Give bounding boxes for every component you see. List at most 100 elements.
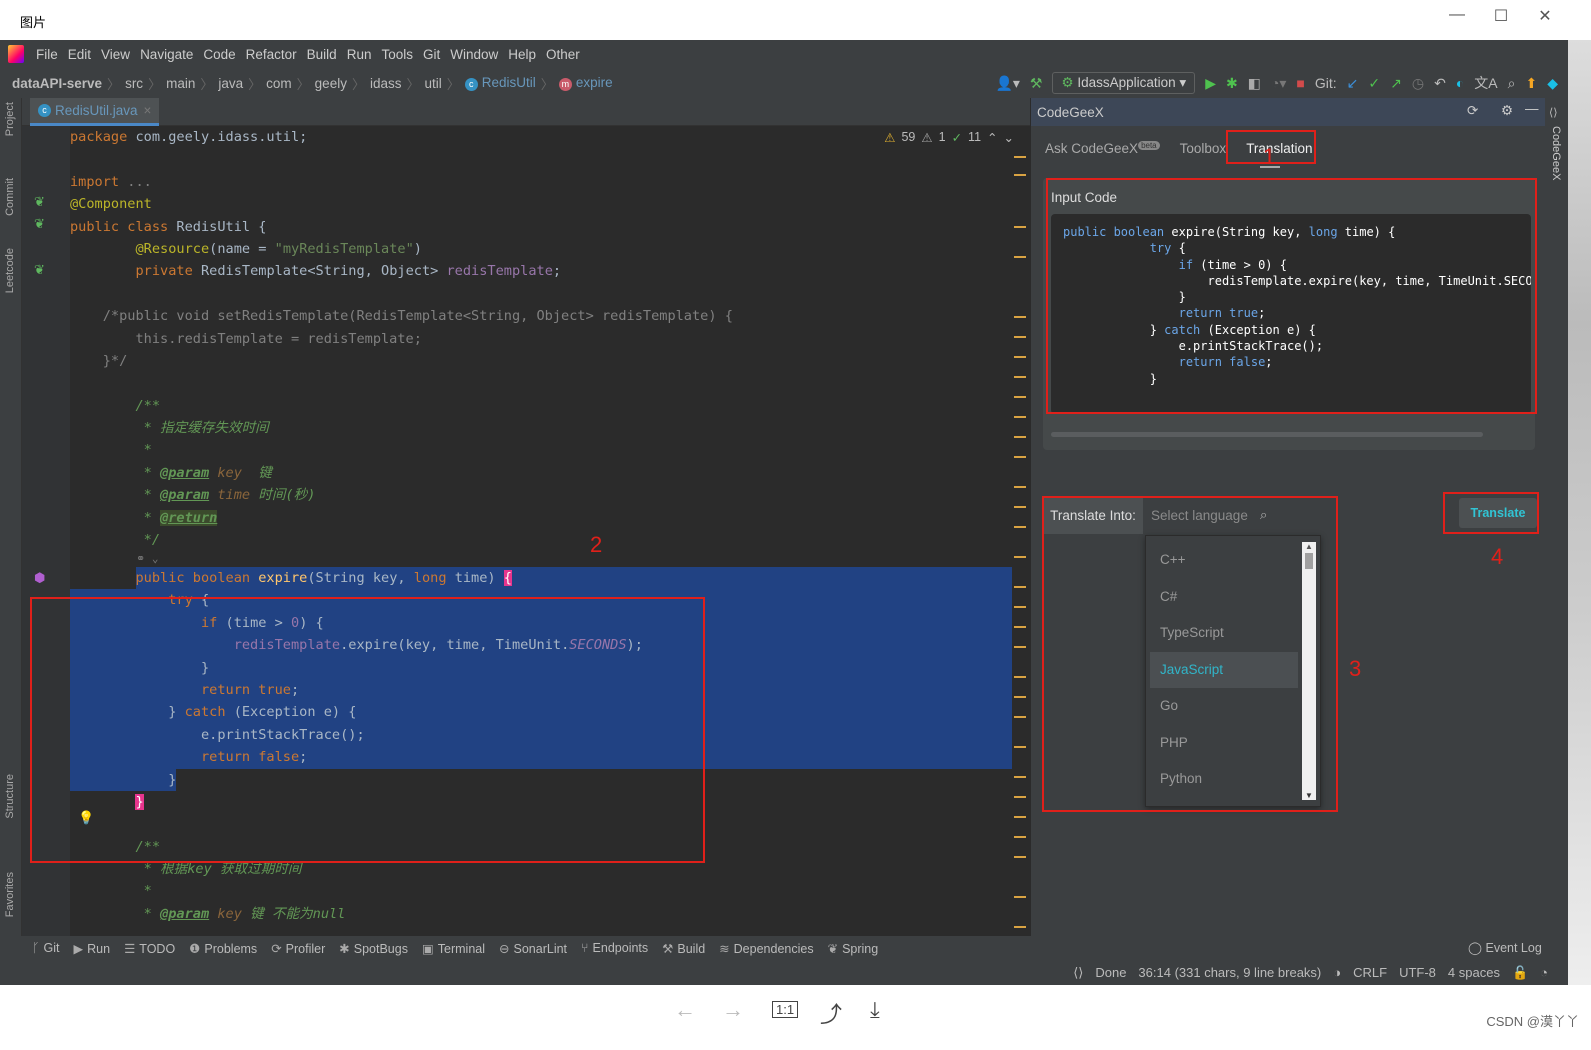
git-status-icon[interactable]: ◑ (1333, 965, 1341, 980)
stripe-mark[interactable] (1014, 856, 1026, 858)
stripe-mark[interactable] (1014, 226, 1026, 228)
tool-tab-commit[interactable]: Commit (4, 178, 16, 216)
codegeex-gutter-icon[interactable]: ⬢ (34, 570, 45, 586)
breadcrumb-item[interactable]: c RedisUtil (464, 75, 536, 91)
stripe-mark[interactable] (1014, 586, 1026, 588)
stripe-mark[interactable] (1014, 356, 1026, 358)
breadcrumb-item[interactable]: idass (370, 76, 402, 91)
minimize-icon[interactable]: — (1442, 6, 1472, 24)
menu-edit[interactable]: Edit (68, 47, 91, 62)
stripe-mark[interactable] (1014, 316, 1026, 318)
menu-tools[interactable]: Tools (381, 47, 413, 62)
indent-setting[interactable]: 4 spaces (1448, 965, 1500, 980)
stripe-mark[interactable] (1014, 676, 1026, 678)
stripe-mark[interactable] (1014, 696, 1026, 698)
stripe-mark[interactable] (1014, 556, 1026, 558)
tool-endpoints[interactable]: ⑂ Endpoints (581, 941, 648, 955)
menu-window[interactable]: Window (450, 47, 498, 62)
run-config-select[interactable]: ⚙ IdassApplication ▾ (1052, 72, 1196, 94)
tool-tab-leetcode[interactable]: Leetcode (4, 248, 16, 293)
git-push-icon[interactable]: ↗ (1390, 75, 1402, 92)
previous-icon[interactable]: ← (674, 997, 696, 1023)
breadcrumb-item[interactable]: dataAPI-serve (12, 76, 102, 91)
tool-dependencies[interactable]: ≋ Dependencies (719, 941, 813, 956)
menu-run[interactable]: Run (347, 47, 372, 62)
stripe-mark[interactable] (1014, 336, 1026, 338)
stripe-mark[interactable] (1014, 174, 1026, 176)
stripe-mark[interactable] (1014, 526, 1026, 528)
tool-spotbugs[interactable]: ✱ SpotBugs (339, 941, 408, 956)
caret-position[interactable]: 36:14 (331 chars, 9 line breaks) (1138, 965, 1321, 980)
memory-icon[interactable]: ◔ (1540, 965, 1548, 980)
stripe-mark[interactable] (1014, 486, 1026, 488)
stripe-mark[interactable] (1014, 626, 1026, 628)
breadcrumb-item[interactable]: main (166, 76, 195, 91)
actual-size-icon[interactable]: 1:1 (772, 1001, 799, 1018)
breadcrumb-item[interactable]: geely (315, 76, 347, 91)
tool-problems[interactable]: ❶ Problems (189, 941, 257, 956)
breadcrumb-item[interactable]: java (218, 76, 243, 91)
inspection-widget[interactable]: ⚠ 59 ⚠ 1 ✓ 11 ⌃ ⌄ (884, 130, 1014, 145)
refresh-icon[interactable]: ⟳ (1467, 103, 1478, 119)
maximize-icon[interactable]: ☐ (1486, 6, 1516, 26)
tool-tab-project[interactable]: Project (4, 102, 16, 136)
gear-icon[interactable]: ⚙ (1501, 103, 1513, 119)
menu-other[interactable]: Other (546, 47, 580, 62)
tool-build[interactable]: ⚒ Build (662, 941, 705, 956)
next-icon[interactable]: → (722, 997, 744, 1023)
tab-redisutil-java[interactable]: c RedisUtil.java × (30, 98, 160, 126)
error-stripe[interactable] (1014, 156, 1028, 936)
menu-build[interactable]: Build (307, 47, 337, 62)
stripe-mark[interactable] (1014, 506, 1026, 508)
codegeex-side-tab[interactable]: CodeGeeX (1550, 126, 1562, 180)
download-icon[interactable]: ⤓ (870, 997, 880, 1023)
stripe-mark[interactable] (1014, 836, 1026, 838)
tab-toolbox[interactable]: Toolbox (1180, 141, 1227, 156)
breadcrumb-item[interactable]: com (266, 76, 292, 91)
git-commit-icon[interactable]: ✓ (1368, 75, 1380, 92)
debug-icon[interactable]: ✱ (1226, 75, 1238, 92)
tool-tab-structure[interactable]: Structure (4, 774, 16, 819)
stripe-mark[interactable] (1014, 156, 1026, 158)
breadcrumb-item[interactable]: src (125, 76, 143, 91)
event-log-button[interactable]: ◯ Event Log (1468, 940, 1542, 955)
tool-run[interactable]: ▶ Run (74, 941, 111, 956)
menu-file[interactable]: File (36, 47, 58, 62)
file-encoding[interactable]: UTF-8 (1399, 965, 1436, 980)
plugin-icon[interactable]: ◆ (1547, 75, 1558, 92)
prev-highlight-icon[interactable]: ⌃ (987, 130, 997, 145)
stripe-mark[interactable] (1014, 776, 1026, 778)
menu-navigate[interactable]: Navigate (140, 47, 193, 62)
stripe-mark[interactable] (1014, 256, 1026, 258)
coverage-icon[interactable]: ◧ (1248, 75, 1261, 92)
tool-tab-favorites[interactable]: Favorites (4, 872, 16, 917)
stripe-mark[interactable] (1014, 926, 1026, 928)
rotate-icon[interactable]: ⤴ (820, 997, 842, 1029)
tool-profiler[interactable]: ⟳ Profiler (271, 941, 325, 956)
tool-git[interactable]: ᚴ Git (32, 941, 60, 955)
stripe-mark[interactable] (1014, 436, 1026, 438)
stripe-mark[interactable] (1014, 606, 1026, 608)
hide-icon[interactable]: — (1525, 101, 1539, 116)
rollback-icon[interactable]: ↶ (1434, 75, 1446, 92)
codegeex-status-icon[interactable]: ⟨⟩ (1073, 965, 1083, 981)
tool-sonarlint[interactable]: ⊖ SonarLint (499, 941, 567, 956)
codegeex-tab-icon[interactable]: ⟨⟩ (1549, 106, 1558, 119)
codegeex-icon[interactable]: ◐ (1456, 75, 1464, 91)
tool-todo[interactable]: ☰ TODO (124, 941, 175, 956)
git-update-icon[interactable]: ↙ (1347, 75, 1359, 92)
stripe-mark[interactable] (1014, 746, 1026, 748)
history-icon[interactable]: ◷ (1412, 75, 1424, 92)
close-tab-icon[interactable]: × (144, 103, 152, 118)
line-separator[interactable]: CRLF (1353, 965, 1387, 980)
stripe-mark[interactable] (1014, 416, 1026, 418)
menu-git[interactable]: Git (423, 47, 440, 62)
next-highlight-icon[interactable]: ⌄ (1004, 130, 1014, 145)
stop-icon[interactable]: ■ (1296, 75, 1304, 91)
stripe-mark[interactable] (1014, 716, 1026, 718)
menu-view[interactable]: View (101, 47, 130, 62)
stripe-mark[interactable] (1014, 456, 1026, 458)
menu-refactor[interactable]: Refactor (246, 47, 297, 62)
stripe-mark[interactable] (1014, 646, 1026, 648)
horizontal-scrollbar[interactable] (1051, 432, 1483, 437)
